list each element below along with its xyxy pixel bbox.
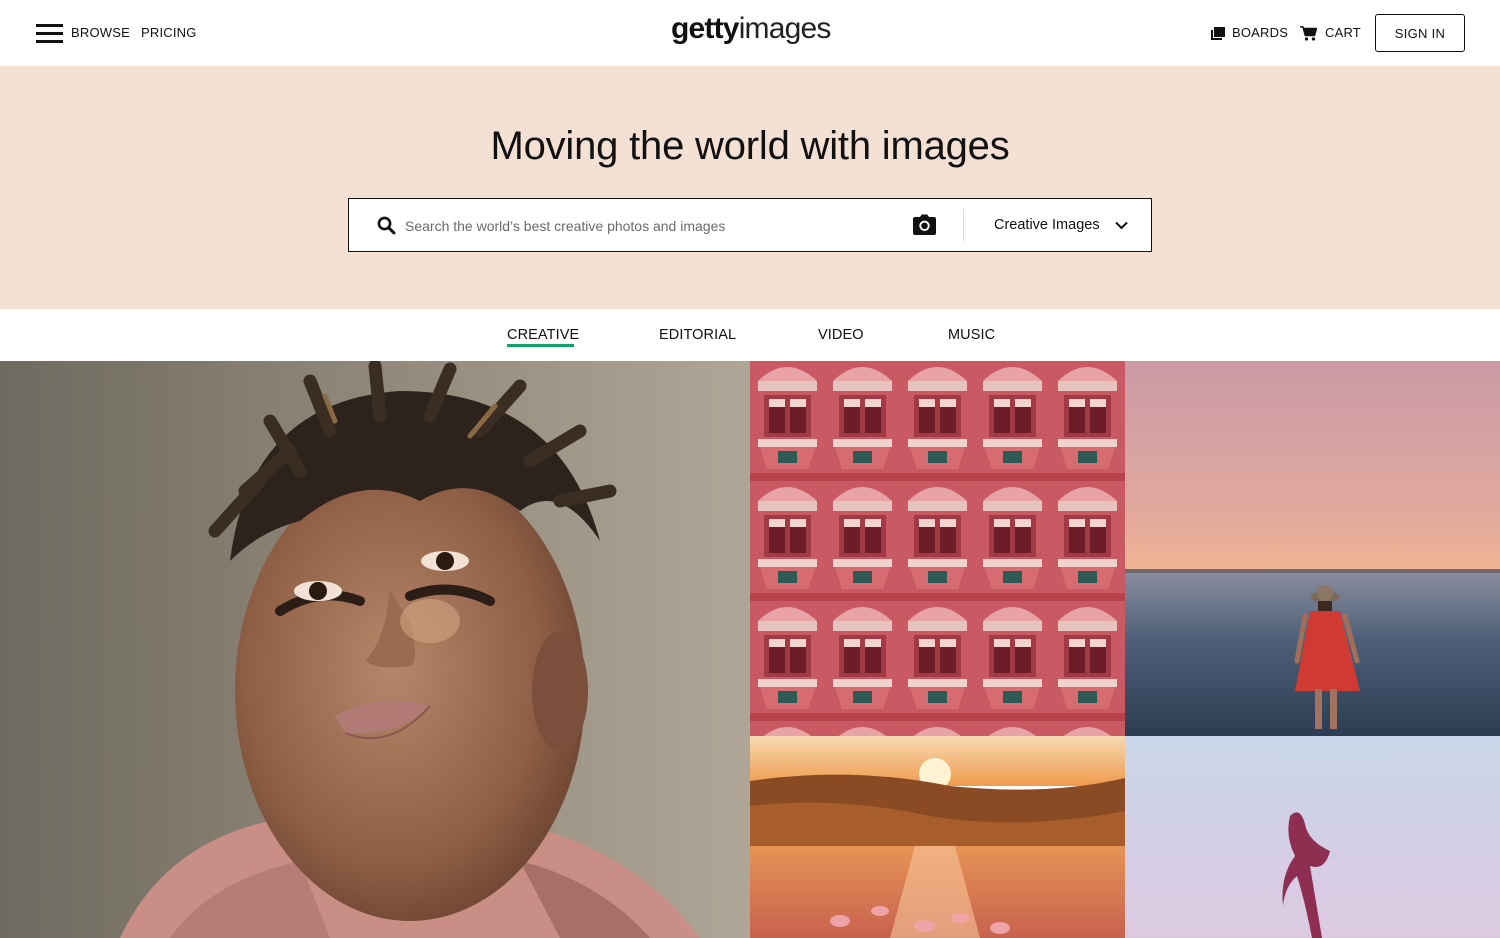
gettyimages-logo[interactable]: gettyimages	[671, 12, 831, 46]
image-gallery	[0, 361, 1500, 938]
logo-light-part: images	[738, 12, 832, 45]
camera-icon[interactable]	[913, 214, 936, 235]
tab-video[interactable]: VIDEO	[818, 327, 864, 343]
search-divider	[963, 209, 964, 241]
gallery-image-portrait[interactable]	[0, 361, 750, 938]
tab-music[interactable]: MUSIC	[948, 327, 995, 343]
active-tab-indicator	[507, 344, 574, 347]
tab-editorial[interactable]: EDITORIAL	[659, 327, 736, 343]
gallery-image-flamingo[interactable]	[750, 736, 1125, 938]
search-icon[interactable]	[377, 216, 396, 235]
content-type-tabs: CREATIVE EDITORIAL VIDEO MUSIC	[0, 309, 1500, 361]
gallery-image-sky[interactable]	[1125, 736, 1500, 938]
search-input[interactable]	[405, 213, 895, 239]
boards-icon[interactable]	[1211, 27, 1225, 40]
cart-link[interactable]: CART	[1325, 25, 1361, 40]
gallery-image-palace[interactable]	[750, 361, 1125, 736]
boards-link[interactable]: BOARDS	[1232, 25, 1288, 40]
hero-section: Moving the world with images Creative Im…	[0, 66, 1500, 309]
image-type-selected: Creative Images	[994, 217, 1100, 233]
hamburger-menu-icon[interactable]	[36, 24, 63, 43]
sign-in-button[interactable]: SIGN IN	[1375, 14, 1465, 52]
pricing-link[interactable]: PRICING	[141, 25, 197, 40]
hero-title: Moving the world with images	[490, 124, 1010, 168]
cart-icon[interactable]	[1300, 26, 1317, 41]
gallery-image-lake[interactable]	[1125, 361, 1500, 736]
chevron-down-icon	[1114, 221, 1128, 229]
site-header: BROWSE PRICING gettyimages BOARDS CART S…	[0, 0, 1500, 66]
logo-bold-part: getty	[671, 12, 739, 45]
browse-link[interactable]: BROWSE	[71, 25, 130, 40]
image-type-dropdown[interactable]: Creative Images	[994, 199, 1128, 251]
search-bar: Creative Images	[348, 198, 1152, 252]
tab-creative[interactable]: CREATIVE	[507, 327, 579, 343]
